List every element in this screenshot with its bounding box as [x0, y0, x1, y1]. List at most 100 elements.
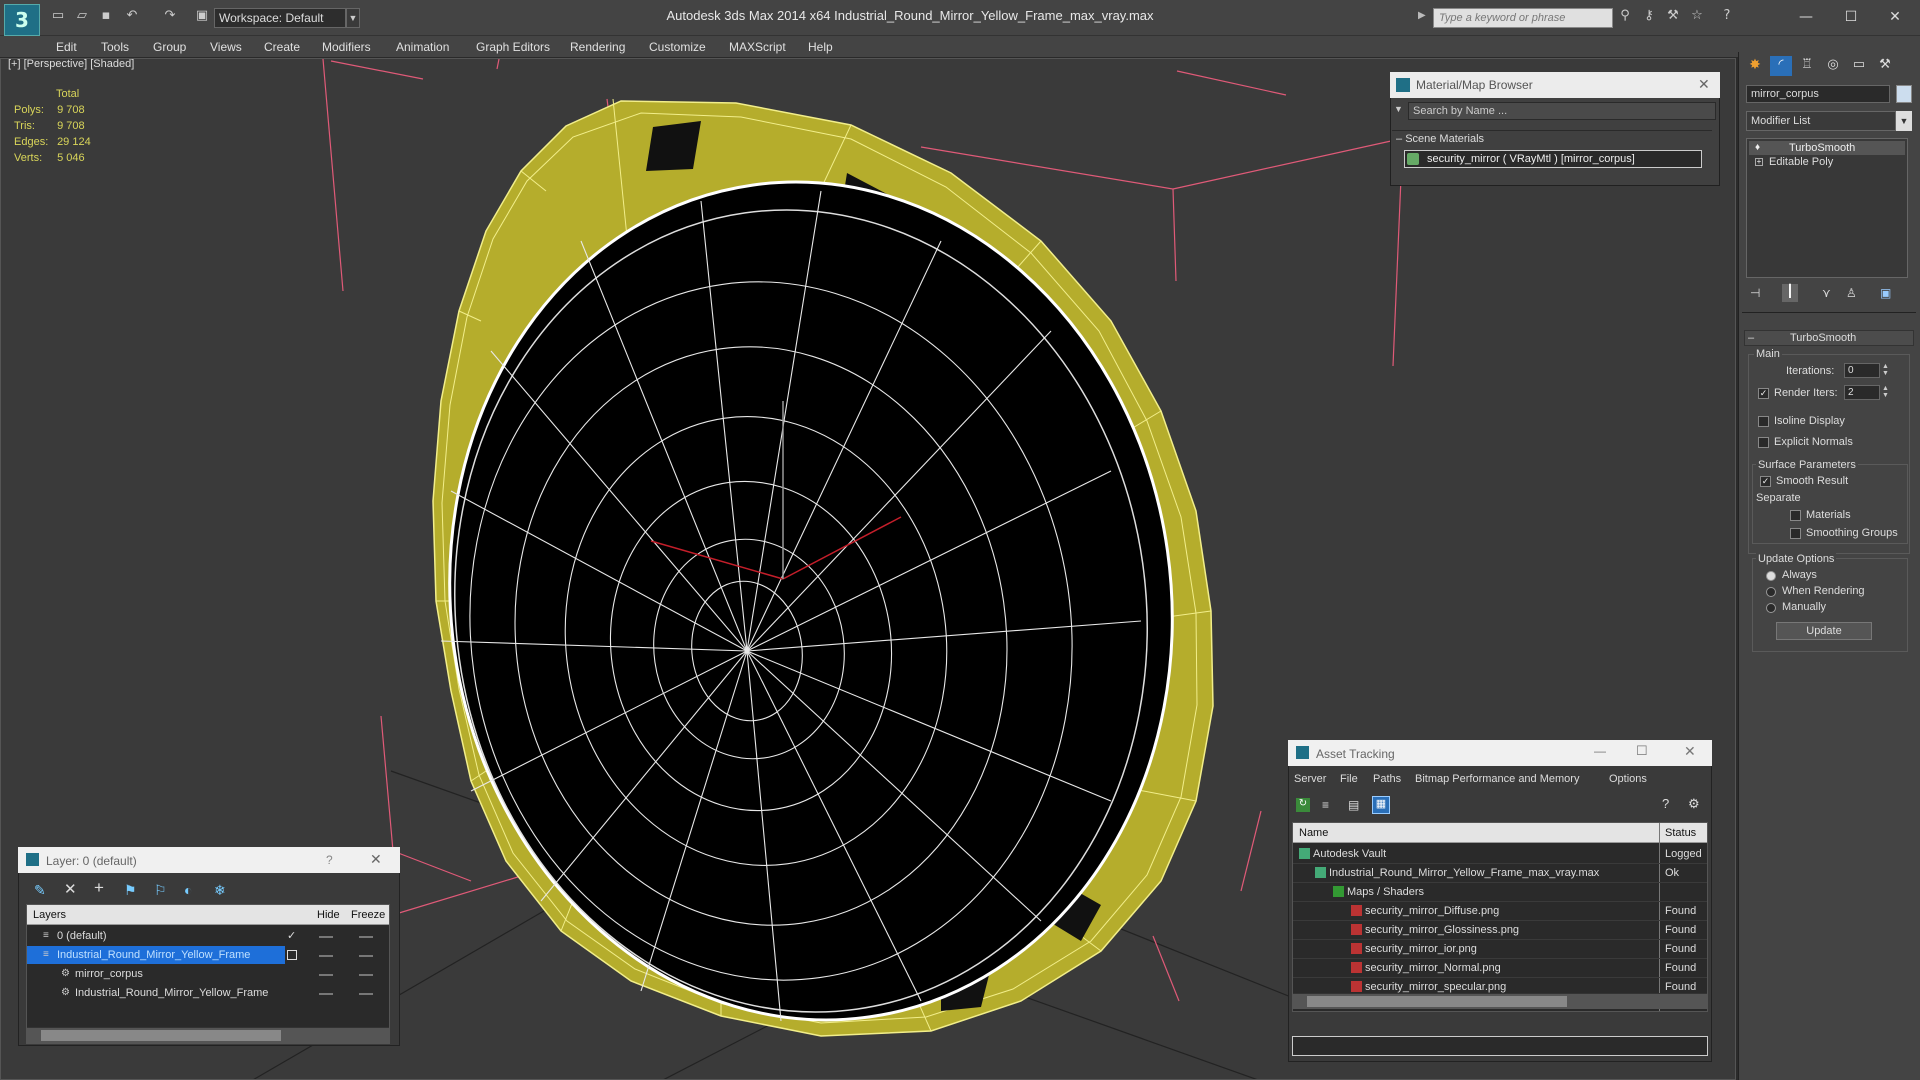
hierarchy-tab-icon[interactable]: ♖ [1796, 56, 1818, 76]
spinner-arrows-icon[interactable]: ▲ ▼ [1882, 385, 1889, 399]
asset-menu-file[interactable]: File [1340, 773, 1358, 785]
rollout-collapse-icon[interactable]: – [1748, 332, 1754, 344]
minimize-icon[interactable]: — [1791, 6, 1821, 28]
when-rendering-radio[interactable] [1766, 587, 1776, 597]
menu-help[interactable]: Help [808, 40, 833, 54]
make-unique-icon[interactable]: ⋎ [1822, 286, 1831, 300]
asset-menu-bitmap[interactable]: Bitmap Performance and Memory [1415, 773, 1579, 785]
material-item[interactable]: security_mirror ( VRayMtl ) [mirror_corp… [1404, 150, 1702, 168]
close-icon[interactable]: ✕ [1684, 743, 1696, 760]
new-file-icon[interactable]: ▭ [50, 9, 66, 23]
dropdown-arrow-icon[interactable]: ▼ [1394, 104, 1403, 114]
menu-edit[interactable]: Edit [56, 40, 77, 54]
create-tab-icon[interactable]: ✸ [1744, 56, 1766, 76]
asset-path-field[interactable] [1292, 1036, 1708, 1056]
redo-icon[interactable]: ↷ [162, 9, 178, 23]
column-status[interactable]: Status [1665, 827, 1696, 839]
configure-sets-icon[interactable]: ▣ [1880, 286, 1891, 300]
freeze-toggle[interactable] [359, 955, 373, 957]
menu-rendering[interactable]: Rendering [570, 40, 625, 54]
app-logo-icon[interactable]: 3 [4, 4, 40, 36]
table-row[interactable]: security_mirror_Normal.png Found [1293, 959, 1707, 978]
minimize-icon[interactable]: — [1594, 744, 1606, 758]
hide-toggle[interactable] [319, 955, 333, 957]
scrollbar-thumb[interactable] [1307, 996, 1567, 1007]
remove-modifier-icon[interactable]: ♙ [1846, 286, 1857, 300]
display-tab-icon[interactable]: ▭ [1848, 56, 1870, 76]
menu-group[interactable]: Group [153, 40, 186, 54]
motion-tab-icon[interactable]: ◎ [1822, 56, 1844, 76]
scrollbar-thumb[interactable] [41, 1030, 281, 1041]
save-icon[interactable]: ▪ [98, 9, 114, 23]
scene-materials-section[interactable]: – Scene Materials [1392, 130, 1712, 146]
update-button[interactable]: Update [1776, 622, 1872, 640]
menu-customize[interactable]: Customize [649, 40, 706, 54]
stack-item-editable-poly[interactable]: Editable Poly [1769, 156, 1833, 168]
utilities-tab-icon[interactable]: ⚒ [1874, 56, 1896, 76]
network-icon[interactable]: ⚒ [1665, 9, 1681, 23]
viewport-label[interactable]: [+] [Perspective] [Shaded] [8, 58, 134, 70]
column-freeze[interactable]: Freeze [351, 909, 385, 921]
asset-menu-options[interactable]: Options [1609, 773, 1647, 785]
open-file-icon[interactable]: ▱ [74, 9, 90, 23]
render-iters-spinner[interactable]: 2 [1844, 385, 1880, 400]
spinner-arrows-icon[interactable]: ▲ ▼ [1882, 363, 1889, 377]
star-icon[interactable]: ☆ [1689, 9, 1705, 23]
object-color-swatch[interactable] [1896, 85, 1912, 103]
table-row[interactable]: Autodesk Vault Logged C [1293, 845, 1707, 864]
maximize-icon[interactable]: ☐ [1836, 6, 1866, 28]
table-row[interactable]: security_mirror_Diffuse.png Found [1293, 902, 1707, 921]
menu-views[interactable]: Views [210, 40, 242, 54]
always-radio[interactable] [1766, 571, 1776, 581]
hide-toggle[interactable] [319, 993, 333, 995]
column-hide[interactable]: Hide [317, 909, 340, 921]
explicit-normals-checkbox[interactable] [1758, 437, 1769, 448]
maximize-icon[interactable]: ☐ [1636, 743, 1648, 759]
column-name[interactable]: Name [1299, 827, 1328, 839]
table-row[interactable]: security_mirror_Glossiness.png Found [1293, 921, 1707, 940]
layer-row[interactable]: ≡ 0 (default) ✓ [27, 927, 389, 946]
freeze-toggle[interactable] [359, 936, 373, 938]
pin-stack-icon[interactable]: ⊣ [1750, 286, 1760, 300]
modify-tab-icon[interactable]: ◜ [1770, 56, 1792, 76]
asset-menu-server[interactable]: Server [1294, 773, 1326, 785]
freeze-toggle[interactable] [359, 993, 373, 995]
material-search-input[interactable]: Search by Name ... [1408, 102, 1716, 120]
table-row[interactable]: Industrial_Round_Mirror_Yellow_Frame_max… [1293, 864, 1707, 883]
chevron-down-icon[interactable]: ▼ [1896, 111, 1912, 131]
new-layer-icon[interactable]: ✎ [34, 882, 46, 899]
chevron-down-icon[interactable]: ▼ [346, 8, 360, 28]
isoline-checkbox[interactable] [1758, 416, 1769, 427]
smoothing-groups-checkbox[interactable] [1790, 528, 1801, 539]
help-icon[interactable]: ? [1719, 9, 1735, 23]
materials-checkbox[interactable] [1790, 510, 1801, 521]
list-view-icon[interactable]: ≡ [1322, 798, 1336, 812]
search-input[interactable]: Type a keyword or phrase [1433, 8, 1613, 28]
object-name-input[interactable]: mirror_corpus [1746, 85, 1890, 103]
refresh-icon[interactable]: ↻ [1296, 798, 1310, 812]
delete-icon[interactable]: ✕ [64, 880, 77, 898]
help-icon[interactable]: ? [1662, 796, 1669, 811]
settings-icon[interactable]: ⚙ [1688, 796, 1700, 812]
project-folder-icon[interactable]: ▣ [194, 9, 210, 23]
menu-animation[interactable]: Animation [396, 40, 449, 54]
menu-modifiers[interactable]: Modifiers [322, 40, 371, 54]
show-end-result-icon[interactable]: ┃ [1782, 284, 1798, 302]
manually-radio[interactable] [1766, 603, 1776, 613]
help-icon[interactable]: ? [326, 853, 333, 867]
iterations-spinner[interactable]: 0 [1844, 363, 1880, 378]
column-layers[interactable]: Layers [33, 909, 66, 921]
table-view-icon[interactable]: ▦ [1372, 796, 1390, 814]
detail-view-icon[interactable]: ▤ [1348, 798, 1362, 812]
binoculars-icon[interactable]: ⚲ [1617, 9, 1633, 23]
close-icon[interactable]: ✕ [1880, 6, 1910, 28]
freeze-toggle[interactable] [359, 974, 373, 976]
hide-toggle[interactable] [319, 974, 333, 976]
menu-create[interactable]: Create [264, 40, 300, 54]
close-icon[interactable]: ✕ [1698, 76, 1710, 93]
hide-toggle[interactable] [319, 936, 333, 938]
modifier-list-dropdown[interactable]: Modifier List [1746, 111, 1896, 131]
expand-icon[interactable]: + [1755, 158, 1763, 166]
workspace-dropdown[interactable]: Workspace: Default [214, 8, 346, 28]
horizontal-scrollbar[interactable] [1293, 993, 1707, 1009]
